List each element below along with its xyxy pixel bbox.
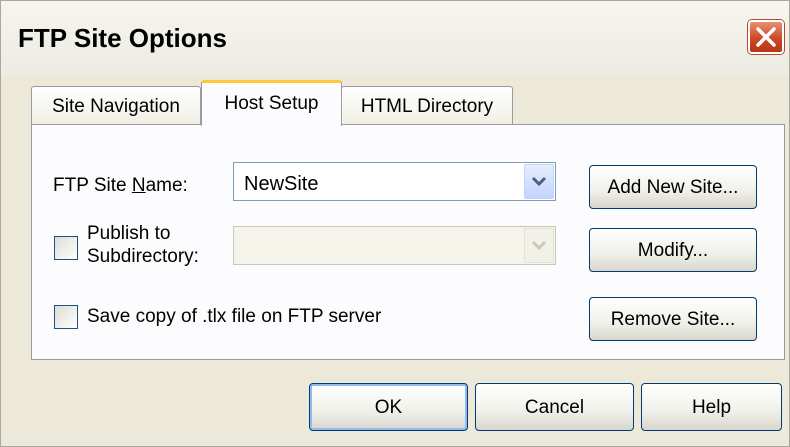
ftp-site-name-value: NewSite [244, 173, 319, 195]
add-new-site-button[interactable]: Add New Site... [589, 165, 757, 209]
remove-site-button[interactable]: Remove Site... [589, 297, 757, 341]
host-setup-panel: FTP Site Name: NewSite Add New Site... P… [31, 124, 785, 360]
publish-label-line2: Subdirectory: [87, 246, 199, 267]
save-copy-label: Save copy of .tlx file on FTP server [87, 306, 382, 327]
chevron-down-icon [531, 240, 547, 251]
help-button-label: Help [691, 397, 732, 418]
ok-button-label: OK [374, 397, 403, 418]
close-button[interactable] [748, 20, 784, 54]
ftp-site-name-label: FTP Site Name: [53, 175, 188, 197]
publish-to-subdirectory-checkbox[interactable] [54, 236, 78, 260]
ftp-site-name-label-rest: ame: [145, 175, 188, 196]
tab-site-navigation-label: Site Navigation [52, 96, 180, 117]
publish-label-line1: Publish to [87, 223, 171, 244]
chevron-down-icon [531, 176, 547, 187]
tab-html-directory-label: HTML Directory [360, 96, 494, 117]
help-button[interactable]: Help [641, 383, 782, 431]
ftp-site-name-label-text: FTP Site [53, 175, 132, 196]
ftp-site-name-combobox[interactable]: NewSite [233, 162, 556, 201]
dialog-title: FTP Site Options [18, 23, 227, 53]
ok-button[interactable]: OK [309, 383, 468, 431]
tab-site-navigation[interactable]: Site Navigation [31, 86, 201, 124]
title-bar[interactable]: FTP Site Options [1, 1, 789, 77]
subdirectory-dropdown-button[interactable] [524, 228, 554, 263]
add-new-site-button-label: Add New Site... [607, 177, 739, 198]
publish-to-subdirectory-label: Publish to Subdirectory: [87, 222, 199, 268]
remove-site-button-label: Remove Site... [610, 309, 736, 330]
tab-host-setup-label: Host Setup [224, 93, 319, 114]
modify-button[interactable]: Modify... [589, 228, 757, 272]
close-icon [756, 27, 776, 47]
save-copy-checkbox[interactable] [54, 305, 78, 329]
subdirectory-combobox[interactable] [233, 226, 556, 265]
ftp-site-name-dropdown-button[interactable] [524, 164, 554, 199]
ftp-site-options-dialog: FTP Site Options Site Navigation Host Se… [0, 0, 790, 447]
cancel-button[interactable]: Cancel [475, 383, 634, 431]
tab-html-directory[interactable]: HTML Directory [341, 86, 513, 124]
ftp-site-name-label-mnemonic: N [131, 175, 146, 196]
tab-host-setup[interactable]: Host Setup [201, 80, 342, 126]
cancel-button-label: Cancel [524, 397, 585, 418]
modify-button-label: Modify... [637, 240, 709, 261]
